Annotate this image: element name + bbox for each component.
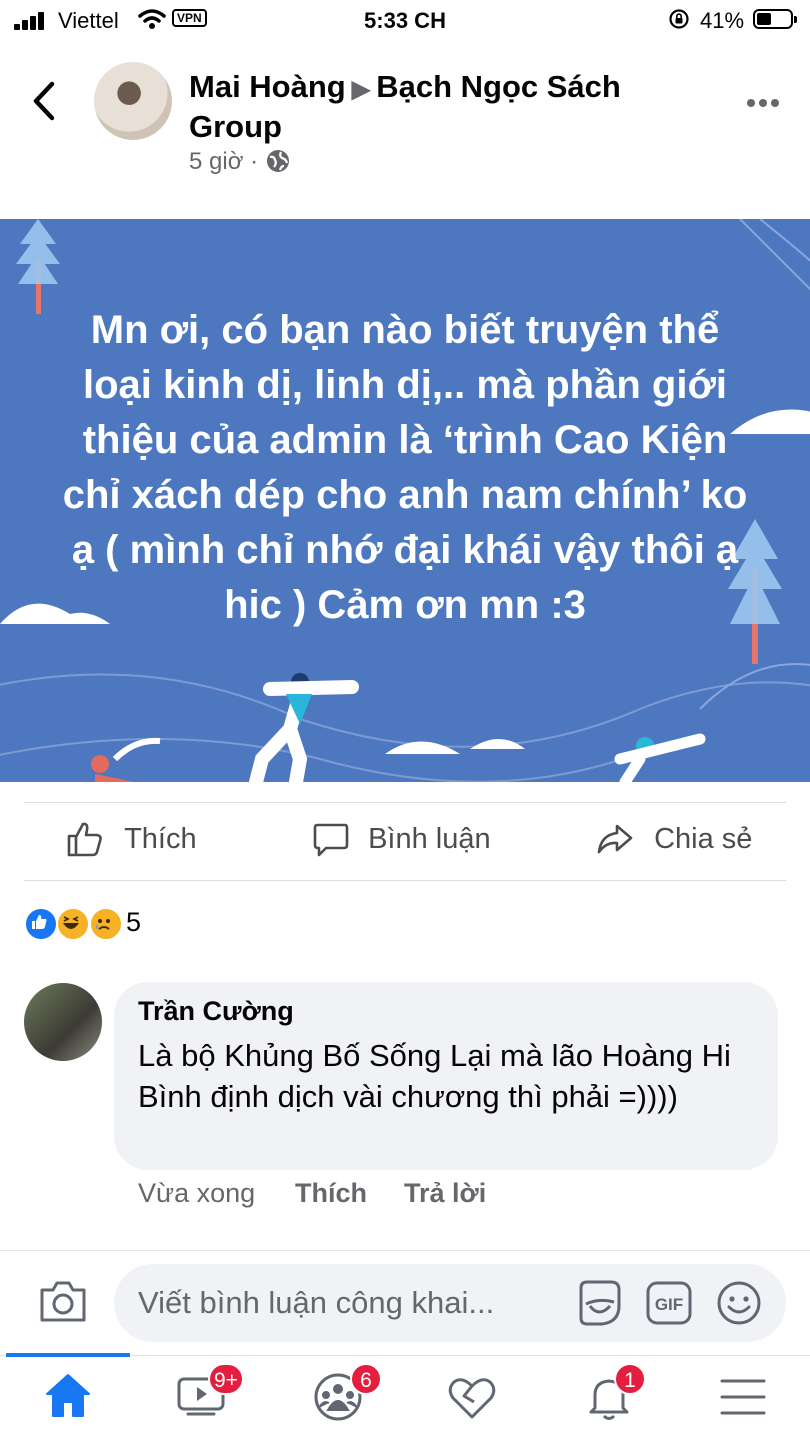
commenter-avatar[interactable] [24,983,102,1061]
watch-badge: 9+ [208,1363,244,1395]
rotation-lock-icon [669,9,689,29]
author-avatar[interactable] [94,62,172,140]
notifications-badge: 1 [614,1363,646,1395]
commenter-name[interactable]: Trần Cường [138,996,294,1027]
comment-reply-link[interactable]: Trả lời [404,1178,486,1209]
home-icon[interactable] [44,1372,92,1418]
like-label: Thích [124,822,197,855]
divider [24,880,786,881]
post-background: Mn ơi, có bạn nào biết truyện thể loại k… [0,219,810,782]
post-time[interactable]: 5 giờ [189,148,243,175]
back-icon[interactable] [30,80,60,122]
status-bar: Viettel VPN 5:33 CH 41% [0,0,810,42]
dating-heart-icon[interactable] [447,1376,497,1420]
reaction-count[interactable]: 5 [126,907,141,938]
haha-reaction-icon [56,907,91,941]
more-options-icon[interactable] [746,98,780,108]
svg-text:GIF: GIF [655,1295,683,1314]
divider [0,1250,810,1251]
comment-label: Bình luận [368,822,491,855]
battery-icon [753,9,797,29]
divider [24,802,786,803]
post-meta: 5 giờ · [189,148,291,176]
share-button[interactable]: Chia sẻ [596,820,752,858]
like-reaction-icon [24,907,58,941]
comment-text: Là bộ Khủng Bố Sống Lại mà lão Hoàng Hi … [138,1038,731,1114]
gif-icon[interactable]: GIF [645,1280,693,1326]
comment-bubble-icon [313,823,349,857]
comment-like-link[interactable]: Thích [295,1178,367,1209]
sad-reaction-icon [88,907,123,941]
share-arrow-icon [597,824,633,854]
author-name[interactable]: Mai Hoàng [189,69,346,104]
arrow-right-icon: ▶ [351,76,371,103]
share-label: Chia sẻ [654,822,753,855]
post-text: Mn ơi, có bạn nào biết truyện thể loại k… [62,308,748,627]
groups-badge: 6 [350,1363,382,1395]
reaction-icons[interactable] [24,907,123,941]
meta-separator: · [250,148,259,175]
tab-bar [0,1355,810,1441]
menu-hamburger-icon[interactable] [720,1378,766,1416]
comment-button[interactable]: Bình luận [312,820,491,858]
battery-percent: 41% [700,8,745,33]
camera-icon[interactable] [38,1278,88,1324]
like-button[interactable]: Thích [66,820,197,858]
post-header-title: Mai Hoàng ▶ Bạch Ngọc Sách Group [189,68,709,145]
comment-time: Vừa xong [138,1178,256,1208]
active-tab-indicator [6,1353,130,1357]
globe-icon [266,150,289,172]
emoji-icon[interactable] [715,1279,763,1327]
sticker-icon[interactable] [574,1278,624,1328]
thumbs-up-icon [67,822,102,857]
